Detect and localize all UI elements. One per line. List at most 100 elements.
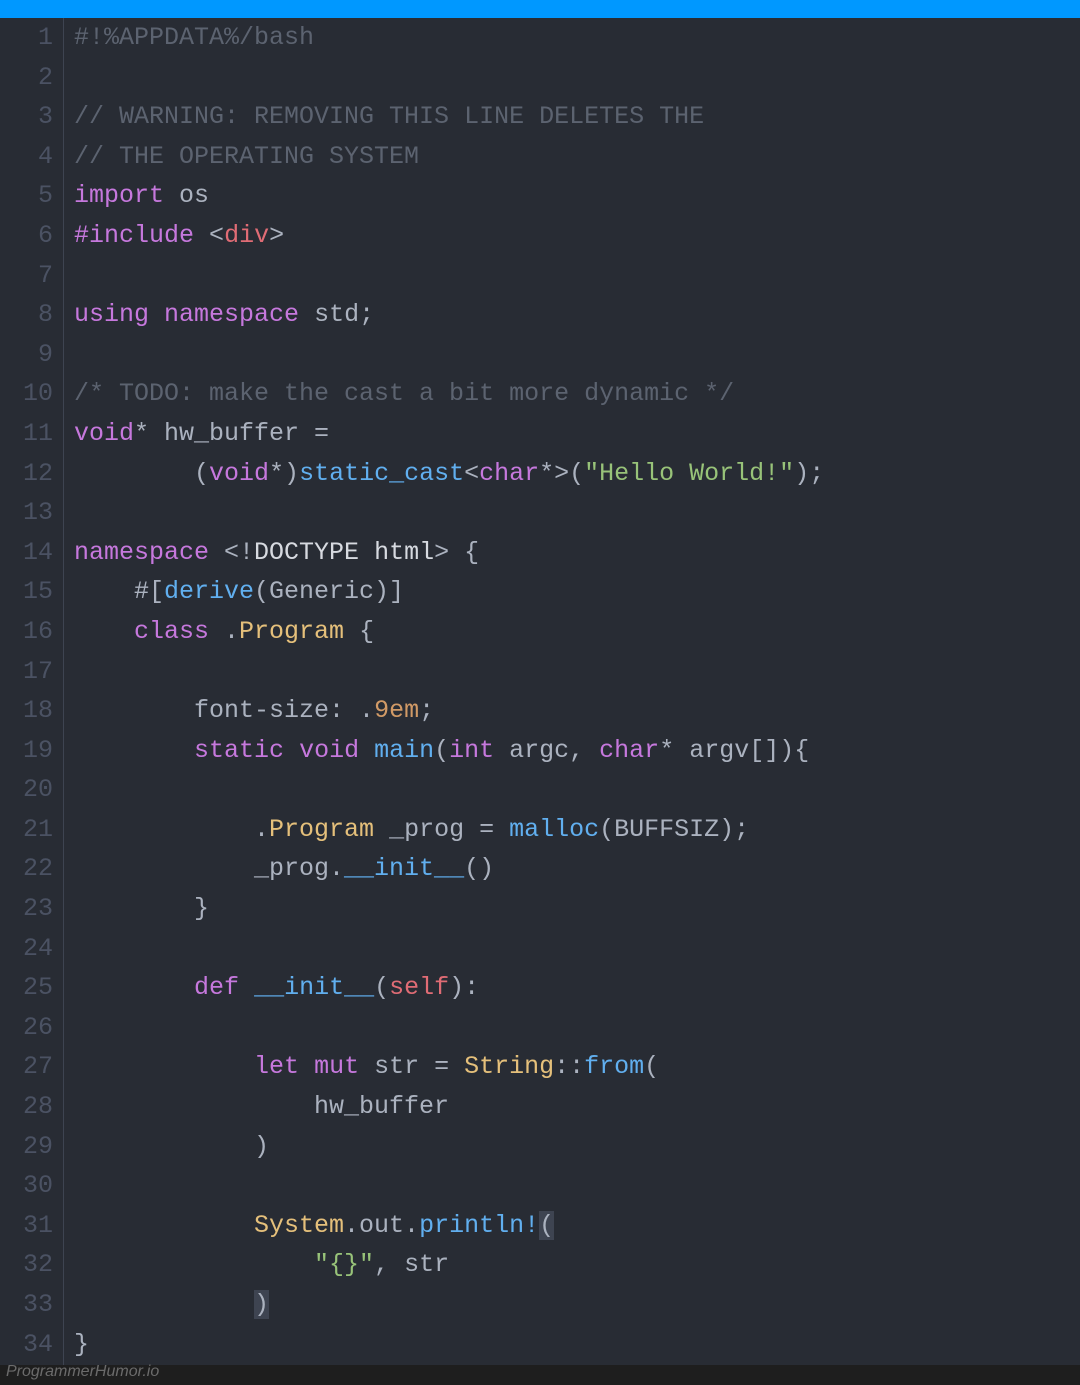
line-number: 12 xyxy=(0,454,53,494)
code-token: (BUFFSIZ); xyxy=(599,815,749,844)
code-token: > xyxy=(269,221,284,250)
code-line[interactable]: let mut str = String::from( xyxy=(74,1047,1080,1087)
code-line[interactable]: // WARNING: REMOVING THIS LINE DELETES T… xyxy=(74,97,1080,137)
code-token: __init__ xyxy=(254,973,374,1002)
code-token: namespace xyxy=(74,538,209,567)
code-line[interactable]: class .Program { xyxy=(74,612,1080,652)
code-token: String xyxy=(464,1052,554,1081)
code-token: } xyxy=(74,1330,89,1359)
code-token: let xyxy=(254,1052,299,1081)
code-line[interactable]: using namespace std; xyxy=(74,295,1080,335)
code-line[interactable] xyxy=(74,1008,1080,1048)
code-token xyxy=(239,973,254,1002)
line-number: 17 xyxy=(0,652,53,692)
code-editor[interactable]: 1234567891011121314151617181920212223242… xyxy=(0,18,1080,1365)
code-token: ); xyxy=(794,459,824,488)
code-token: "Hello World!" xyxy=(584,459,794,488)
line-number: 22 xyxy=(0,849,53,889)
code-token: int xyxy=(449,736,494,765)
code-line[interactable] xyxy=(74,652,1080,692)
code-token: (Generic)] xyxy=(254,577,404,606)
code-token: *>( xyxy=(539,459,584,488)
code-line[interactable] xyxy=(74,256,1080,296)
code-token: ) xyxy=(74,1132,269,1161)
code-token: char xyxy=(599,736,659,765)
code-line[interactable]: _prog.__init__() xyxy=(74,849,1080,889)
code-token: * argv[]){ xyxy=(659,736,809,765)
line-number: 34 xyxy=(0,1325,53,1365)
code-area[interactable]: #!%APPDATA%/bash // WARNING: REMOVING TH… xyxy=(64,18,1080,1365)
line-number: 4 xyxy=(0,137,53,177)
code-token: , str xyxy=(374,1250,449,1279)
code-token: ; xyxy=(359,300,374,329)
code-token xyxy=(74,1250,314,1279)
code-token: div xyxy=(224,221,269,250)
code-token xyxy=(74,1211,254,1240)
line-number: 8 xyxy=(0,295,53,335)
code-line[interactable]: /* TODO: make the cast a bit more dynami… xyxy=(74,374,1080,414)
code-token: ( xyxy=(539,1211,554,1240)
code-line[interactable]: "{}", str xyxy=(74,1245,1080,1285)
code-line[interactable] xyxy=(74,493,1080,533)
code-line[interactable] xyxy=(74,929,1080,969)
code-line[interactable] xyxy=(74,58,1080,98)
line-number: 32 xyxy=(0,1245,53,1285)
code-line[interactable]: import os xyxy=(74,176,1080,216)
code-line[interactable]: #include <div> xyxy=(74,216,1080,256)
code-line[interactable]: #!%APPDATA%/bash xyxy=(74,18,1080,58)
code-line[interactable]: // THE OPERATING SYSTEM xyxy=(74,137,1080,177)
code-line[interactable]: ) xyxy=(74,1127,1080,1167)
code-line[interactable]: hw_buffer xyxy=(74,1087,1080,1127)
code-token: void xyxy=(209,459,269,488)
line-number: 19 xyxy=(0,731,53,771)
line-number: 21 xyxy=(0,810,53,850)
line-number: 14 xyxy=(0,533,53,573)
code-token: ( xyxy=(644,1052,659,1081)
code-line[interactable]: static void main(int argc, char* argv[])… xyxy=(74,731,1080,771)
code-token: os xyxy=(164,181,209,210)
code-line[interactable]: (void*)static_cast<char*>("Hello World!"… xyxy=(74,454,1080,494)
code-line[interactable] xyxy=(74,335,1080,375)
code-token: () xyxy=(464,854,494,883)
line-number: 10 xyxy=(0,374,53,414)
line-number: 16 xyxy=(0,612,53,652)
code-line[interactable]: font-size: .9em; xyxy=(74,691,1080,731)
code-token: ; xyxy=(419,696,434,725)
code-token: <! xyxy=(209,538,254,567)
code-line[interactable]: void* hw_buffer = xyxy=(74,414,1080,454)
code-token: main xyxy=(374,736,434,765)
code-token: } xyxy=(74,894,209,923)
code-line[interactable]: namespace <!DOCTYPE html> { xyxy=(74,533,1080,573)
code-token: void xyxy=(74,419,134,448)
line-number: 1 xyxy=(0,18,53,58)
code-line[interactable]: } xyxy=(74,889,1080,929)
code-token: { xyxy=(344,617,374,646)
code-line[interactable] xyxy=(74,1166,1080,1206)
code-line[interactable]: #[derive(Generic)] xyxy=(74,572,1080,612)
code-line[interactable]: def __init__(self): xyxy=(74,968,1080,1008)
code-token xyxy=(149,300,164,329)
code-token: ) xyxy=(254,1290,269,1319)
code-token xyxy=(74,736,194,765)
code-token xyxy=(74,1052,254,1081)
code-token: Program xyxy=(269,815,374,844)
code-line[interactable]: } xyxy=(74,1325,1080,1365)
code-token: "{}" xyxy=(314,1250,374,1279)
code-line[interactable]: .Program _prog = malloc(BUFFSIZ); xyxy=(74,810,1080,850)
code-line[interactable]: System.out.println!( xyxy=(74,1206,1080,1246)
code-token: mut xyxy=(314,1052,359,1081)
line-number: 6 xyxy=(0,216,53,256)
line-number: 33 xyxy=(0,1285,53,1325)
code-token: println! xyxy=(419,1211,539,1240)
code-token: malloc xyxy=(509,815,599,844)
watermark-text: ProgrammerHumor.io xyxy=(6,1363,159,1381)
code-line[interactable]: ) xyxy=(74,1285,1080,1325)
line-number: 24 xyxy=(0,929,53,969)
code-token: /* TODO: make the cast a bit more dynami… xyxy=(74,379,734,408)
code-token: :: xyxy=(554,1052,584,1081)
code-line[interactable] xyxy=(74,770,1080,810)
code-token: #include xyxy=(74,221,194,250)
line-number: 13 xyxy=(0,493,53,533)
code-token: str = xyxy=(359,1052,464,1081)
code-token: _prog = xyxy=(374,815,509,844)
